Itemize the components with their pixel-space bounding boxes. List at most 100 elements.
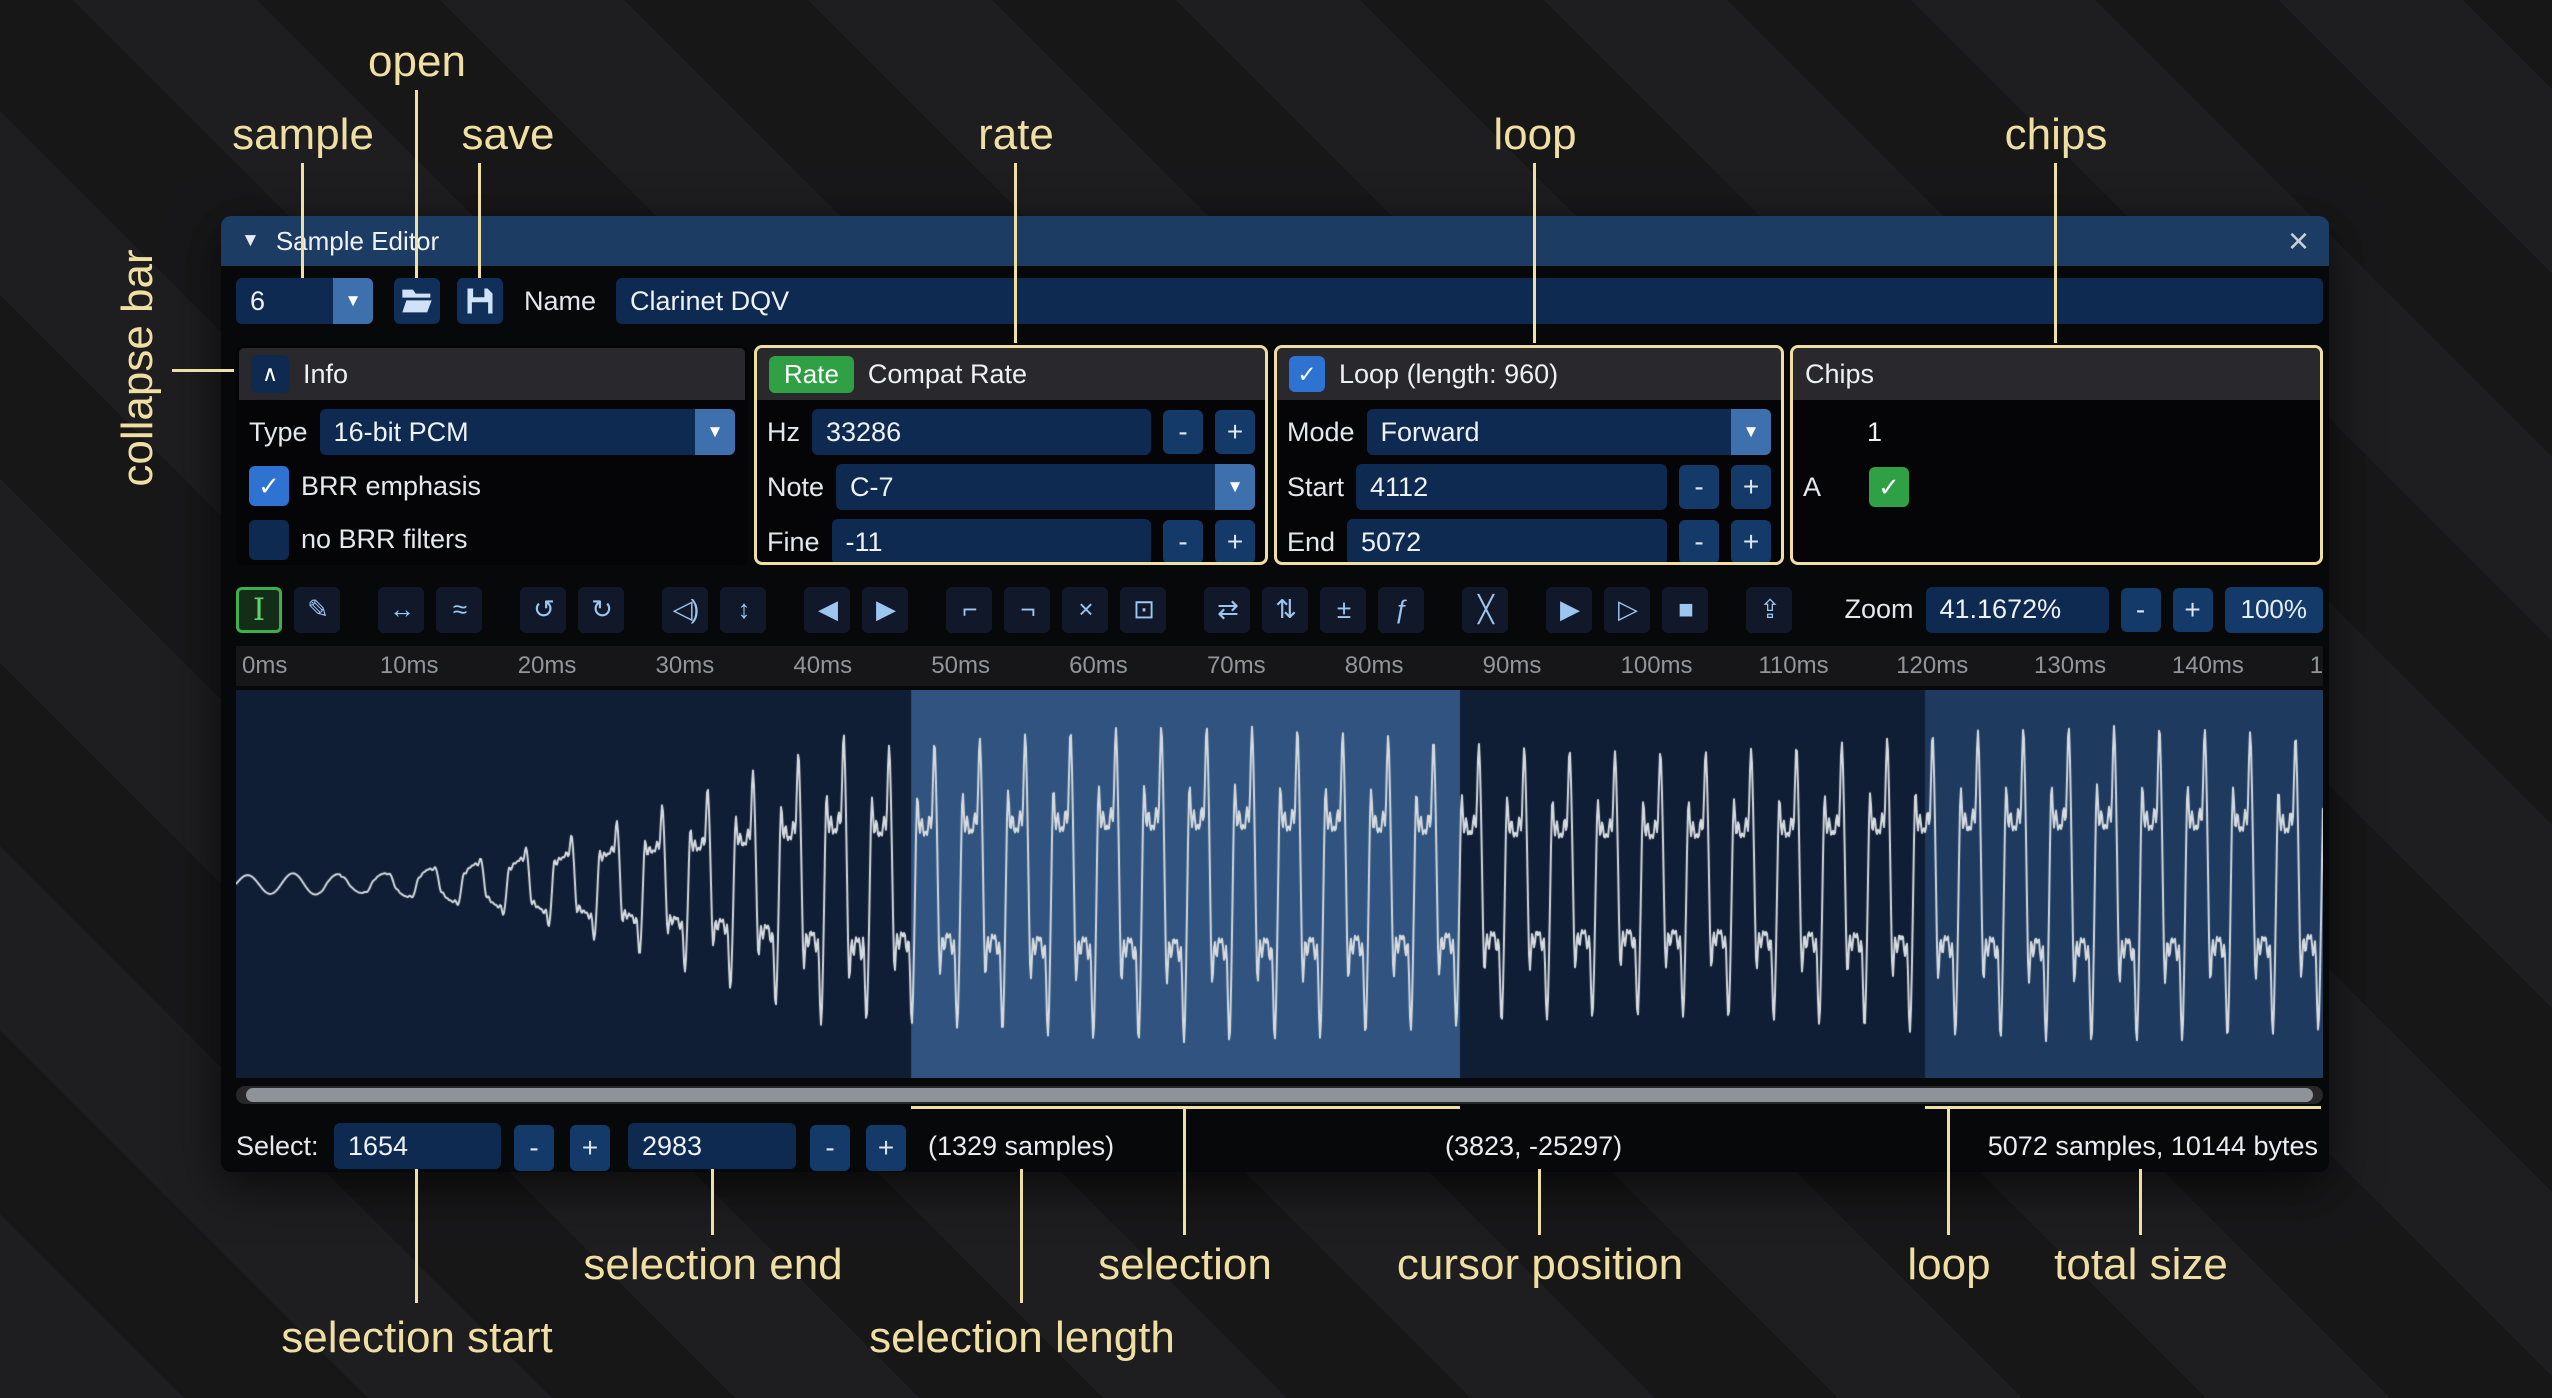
undo-icon: ↺ — [533, 594, 553, 625]
toolbar-stop-preview-button[interactable]: ■ — [1662, 587, 1708, 633]
zoom-out-button[interactable]: - — [2121, 588, 2161, 632]
zoom-label: Zoom — [1844, 594, 1913, 625]
selection-end-input[interactable]: 2983 — [628, 1123, 796, 1169]
loop-header-bar: ✓ Loop (length: 960) — [1277, 348, 1781, 400]
preview-dry-icon: ▷ — [1618, 594, 1636, 625]
selection-end-decrease-button[interactable]: - — [810, 1125, 850, 1171]
toolbar-apply-silence-button[interactable]: ¬ — [1004, 587, 1050, 633]
toolbar-preview-button[interactable]: ▶ — [1546, 587, 1592, 633]
annotation-loop-line — [1533, 163, 1536, 343]
waveform-scrollbar[interactable] — [236, 1086, 2323, 1104]
timeline-tick: 120ms — [1896, 646, 1968, 686]
annotation-total-size-label: total size — [2054, 1240, 2228, 1290]
sample-type-select[interactable]: 16-bit PCM ▼ — [320, 409, 735, 455]
timeline-tick: 140ms — [2172, 646, 2244, 686]
toolbar-crossfade-loop-button[interactable]: ╳ — [1462, 587, 1508, 633]
annotation-open-label: open — [368, 37, 466, 87]
scrollbar-thumb[interactable] — [246, 1088, 2313, 1102]
selection-start-increase-button[interactable]: + — [570, 1125, 610, 1171]
toolbar-reverse-button[interactable]: ⇄ — [1204, 587, 1250, 633]
annotation-selection-label: selection — [1098, 1240, 1272, 1290]
brr-emphasis-checkbox[interactable]: ✓ — [249, 466, 289, 506]
open-button[interactable] — [394, 278, 440, 324]
loop-enable-checkbox[interactable]: ✓ — [1289, 356, 1325, 392]
rate-section: Rate Compat Rate Hz 33286 - + Note C-7 ▼… — [754, 345, 1268, 565]
annotation-rate-line — [1014, 163, 1017, 343]
fine-decrease-button[interactable]: - — [1163, 520, 1203, 564]
loop-start-increase-button[interactable]: + — [1731, 465, 1771, 509]
window-collapse-icon[interactable]: ▼ — [241, 230, 260, 252]
annotation-loop-region-label: loop — [1907, 1240, 1990, 1290]
hz-input[interactable]: 33286 — [812, 409, 1151, 455]
sample-header-row: 6 ▼ Name Clarinet DQV — [236, 278, 2323, 324]
loop-end-decrease-button[interactable]: - — [1679, 520, 1719, 564]
fine-input[interactable]: -11 — [832, 519, 1151, 565]
annotation-total-size-line — [2139, 1169, 2142, 1235]
toolbar-trim-button[interactable]: ⊡ — [1120, 587, 1166, 633]
loop-start-value: 4112 — [1370, 472, 1428, 503]
sample-number: 6 — [236, 278, 333, 324]
loop-start-decrease-button[interactable]: - — [1679, 465, 1719, 509]
toolbar-signed-unsigned-button[interactable]: ± — [1320, 587, 1366, 633]
fine-value: -11 — [846, 527, 883, 558]
zoom-in-button[interactable]: + — [2173, 588, 2213, 632]
delete-icon: × — [1078, 594, 1091, 625]
loop-mode-label: Mode — [1287, 417, 1355, 448]
loop-header-label: Loop (length: 960) — [1339, 359, 1558, 390]
selection-start-input[interactable]: 1654 — [334, 1123, 501, 1169]
chevron-down-icon: ▼ — [1215, 464, 1255, 510]
hz-decrease-button[interactable]: - — [1163, 410, 1203, 454]
info-header-label: Info — [303, 359, 348, 390]
save-button[interactable] — [457, 278, 503, 324]
zoom-input[interactable]: 41.1672% — [1926, 587, 2109, 633]
annotation-sample-label: sample — [232, 110, 374, 160]
waveform-canvas[interactable] — [236, 690, 2323, 1078]
toolbar-fade-out-button[interactable]: ▶ — [862, 587, 908, 633]
selection-length-text: (1329 samples) — [928, 1123, 1114, 1169]
annotation-loop-region-line — [1947, 1106, 1950, 1235]
toolbar-normalize-button[interactable]: ↕ — [720, 587, 766, 633]
toolbar-import-raw-button[interactable]: ⇪ — [1746, 587, 1792, 633]
info-section: ∧ Info Type 16-bit PCM ▼ ✓ BRR emphasis … — [236, 345, 748, 565]
open-folder-icon — [401, 287, 433, 315]
sample-toolbar: I ✎ ↔ ≈ ↺ ↻ ◁) ↕ ◀ ▶ ⌐ ¬ × ⊡ ⇄ ⇅ ± ƒ ╳ ▶ ▷ ■ ⇪ Zoom 41.1672% -… — [236, 586, 2323, 633]
toolbar-preview-dry-button[interactable]: ▷ — [1604, 587, 1650, 633]
sample-type-value: 16-bit PCM — [320, 409, 695, 455]
titlebar[interactable]: ▼ Sample Editor × — [221, 216, 2329, 266]
fade-in-icon: ◀ — [818, 594, 836, 625]
note-select[interactable]: C-7 ▼ — [836, 464, 1255, 510]
toolbar-apply-filter-button[interactable]: ƒ — [1378, 587, 1424, 633]
chips-section: Chips 1 A ✓ — [1790, 345, 2323, 565]
loop-start-input[interactable]: 4112 — [1356, 464, 1667, 510]
toolbar-delete-button[interactable]: × — [1062, 587, 1108, 633]
toolbar-insert-silence-button[interactable]: ⌐ — [946, 587, 992, 633]
toolbar-draw-mode-button[interactable]: ✎ — [294, 587, 340, 633]
sample-select[interactable]: 6 ▼ — [236, 278, 373, 324]
chevron-down-icon: ▼ — [333, 278, 373, 324]
selection-end-increase-button[interactable]: + — [866, 1125, 906, 1171]
timeline-tick: 90ms — [1483, 646, 1542, 686]
toolbar-redo-button[interactable]: ↻ — [578, 587, 624, 633]
loop-end-increase-button[interactable]: + — [1731, 520, 1771, 564]
collapse-bar-button[interactable]: ∧ — [251, 355, 289, 393]
name-input[interactable]: Clarinet DQV — [616, 278, 2323, 324]
toolbar-fade-in-button[interactable]: ◀ — [804, 587, 850, 633]
loop-end-input[interactable]: 5072 — [1347, 519, 1667, 565]
timeline-ruler[interactable]: 0ms10ms20ms30ms40ms50ms60ms70ms80ms90ms1… — [236, 646, 2323, 686]
toolbar-invert-button[interactable]: ⇅ — [1262, 587, 1308, 633]
zoom-reset-button[interactable]: 100% — [2225, 587, 2324, 633]
note-label: Note — [767, 472, 824, 503]
chip-a-checkbox[interactable]: ✓ — [1869, 467, 1909, 507]
toolbar-amplify-button[interactable]: ◁) — [662, 587, 708, 633]
selection-start-decrease-button[interactable]: - — [514, 1125, 554, 1171]
toolbar-resize-button[interactable]: ↔ — [378, 587, 424, 633]
hz-increase-button[interactable]: + — [1215, 410, 1255, 454]
close-icon[interactable]: × — [2288, 223, 2309, 259]
toolbar-resample-button[interactable]: ≈ — [436, 587, 482, 633]
fine-increase-button[interactable]: + — [1215, 520, 1255, 564]
toolbar-undo-button[interactable]: ↺ — [520, 587, 566, 633]
loop-mode-select[interactable]: Forward ▼ — [1367, 409, 1771, 455]
annotation-loop-label: loop — [1493, 110, 1576, 160]
no-brr-filters-checkbox[interactable] — [249, 520, 289, 560]
toolbar-select-mode-button[interactable]: I — [236, 587, 282, 633]
